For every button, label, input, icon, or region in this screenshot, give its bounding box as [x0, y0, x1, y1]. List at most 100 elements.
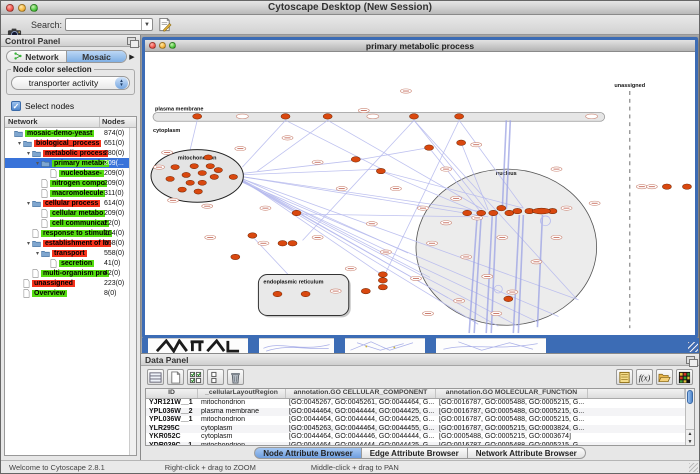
network-node[interactable] [182, 172, 190, 177]
background-window-sliver[interactable] [148, 338, 248, 353]
network-node[interactable] [455, 114, 464, 119]
tree-row[interactable]: ▾establishment of lo558(0) [5, 238, 136, 248]
network-node[interactable] [682, 184, 691, 189]
network-node[interactable] [532, 208, 550, 214]
tree-row[interactable]: cellular metabo209(0) [5, 208, 136, 218]
network-node[interactable] [206, 164, 214, 169]
network-canvas[interactable]: plasma membranecytoplasmnucleusunassigne… [145, 52, 695, 335]
table-row[interactable]: YKR052Ccytoplasm[GO:0044464, GO:0044446,… [146, 433, 685, 442]
float-data-panel-icon[interactable] [686, 356, 695, 364]
tab-network-attribute-browser[interactable]: Network Attribute Browser [468, 447, 586, 459]
network-node[interactable] [231, 254, 240, 259]
network-node[interactable] [204, 155, 212, 160]
network-node[interactable] [194, 189, 202, 194]
matrix-icon[interactable] [676, 369, 693, 385]
network-node[interactable] [288, 241, 297, 246]
network-node[interactable] [248, 233, 257, 238]
table-scrollbar[interactable]: ▲▼ [685, 389, 694, 445]
tree-scrollbar[interactable] [129, 128, 136, 455]
network-node[interactable] [351, 157, 360, 162]
tree-row[interactable]: ▾biological_process651(0) [5, 138, 136, 148]
attribute-batch-icon[interactable] [616, 369, 633, 385]
window-resize-grip[interactable] [688, 342, 698, 352]
tree-row[interactable]: ▾cellular process614(0) [5, 198, 136, 208]
expander-icon[interactable]: ▾ [34, 160, 41, 167]
tab-overflow-arrow[interactable]: ▶ [127, 53, 137, 61]
network-node[interactable] [378, 272, 387, 277]
network-node[interactable] [273, 291, 282, 296]
network-node[interactable] [425, 145, 434, 150]
float-panel-icon[interactable] [127, 37, 136, 45]
network-node[interactable] [376, 168, 385, 173]
network-node[interactable] [281, 114, 290, 119]
network-node[interactable] [166, 176, 174, 181]
tab-mosaic[interactable]: Mosaic [67, 51, 126, 62]
select-nodes-checkbox[interactable]: ✓ [11, 101, 21, 111]
network-node[interactable] [210, 174, 218, 179]
expander-icon[interactable]: ▾ [25, 240, 32, 247]
table-row[interactable]: YLR295Ccytoplasm[GO:0045263, GO:0044464,… [146, 425, 685, 434]
network-node[interactable] [463, 210, 472, 215]
tree-col-nodes[interactable]: Nodes [100, 117, 136, 127]
network-node[interactable] [178, 187, 186, 192]
network-node[interactable] [171, 165, 179, 170]
network-node[interactable] [361, 288, 370, 293]
network-node[interactable] [378, 284, 387, 289]
network-window-titlebar[interactable]: primary metabolic process [145, 40, 695, 52]
network-node[interactable] [186, 180, 194, 185]
column-header[interactable]: _cellularLayoutRegion [198, 389, 286, 398]
expander-icon[interactable]: ▾ [34, 250, 41, 257]
unselect-attributes-icon[interactable] [207, 369, 224, 385]
delete-attribute-icon[interactable] [227, 369, 244, 385]
tree-row[interactable]: macromolecule311(0) [5, 188, 136, 198]
background-window-edge[interactable] [248, 338, 259, 353]
tree-row[interactable]: ▾transport558(0) [5, 248, 136, 258]
network-node[interactable] [278, 241, 287, 246]
tree-col-network[interactable]: Network [5, 117, 100, 127]
background-window-edge[interactable] [334, 338, 345, 353]
network-node[interactable] [301, 291, 310, 296]
network-node[interactable] [457, 140, 466, 145]
import-attributes-icon[interactable] [656, 369, 673, 385]
network-node[interactable] [477, 210, 486, 215]
table-row[interactable]: YPL036W__1mitochondrion[GO:0044464, GO:0… [146, 416, 685, 425]
network-node[interactable] [378, 278, 387, 283]
table-scrollbar-thumb[interactable] [687, 390, 693, 404]
search-dropdown-arrow-icon[interactable]: ▼ [141, 19, 152, 30]
tab-network[interactable]: Network [7, 51, 67, 62]
network-node[interactable] [190, 164, 198, 169]
network-node[interactable] [292, 210, 301, 215]
background-window-sliver[interactable] [345, 338, 425, 353]
select-attributes-icon[interactable] [187, 369, 204, 385]
network-node[interactable] [198, 180, 206, 185]
tree-row[interactable]: response to stimulu264(0) [5, 228, 136, 238]
network-node[interactable] [214, 168, 222, 173]
background-window-edge[interactable] [425, 338, 436, 353]
network-node[interactable] [198, 170, 206, 175]
column-header[interactable]: annotation.GO MOLECULAR_FUNCTION [436, 389, 588, 398]
network-node[interactable] [504, 296, 513, 301]
node-color-dropdown[interactable]: transporter activity ▲▼ [11, 76, 130, 90]
tree-row[interactable]: ▾primary metabo209(... [5, 158, 136, 168]
table-row[interactable]: YJR121W__1mitochondrion[GO:0045267, GO:0… [146, 399, 685, 408]
table-mode-icon[interactable] [147, 369, 164, 385]
tree-row[interactable]: secretion41(0) [5, 258, 136, 268]
network-node[interactable] [409, 114, 418, 119]
network-node[interactable] [323, 114, 332, 119]
table-row[interactable]: YPL036W__2plasma membrane[GO:0044464, GO… [146, 408, 685, 417]
new-attribute-icon[interactable] [167, 369, 184, 385]
tree-row[interactable]: nucleobase-209(0) [5, 168, 136, 178]
network-node-small[interactable] [586, 114, 598, 119]
expander-icon[interactable]: ▾ [25, 200, 32, 207]
search-input[interactable] [66, 19, 141, 30]
network-node[interactable] [497, 205, 506, 210]
background-window-sliver[interactable] [259, 338, 334, 353]
tree-row[interactable]: mosaic-demo-yeast874(0) [5, 128, 136, 138]
expander-icon[interactable]: ▾ [16, 140, 23, 147]
tree-row[interactable]: multi-organism pro42(0) [5, 268, 136, 278]
network-node[interactable] [513, 208, 522, 213]
network-node[interactable] [229, 174, 237, 179]
formula-icon[interactable]: f(x) [636, 369, 653, 385]
tree-row[interactable]: Overview8(0) [5, 288, 136, 298]
tree-row[interactable]: nitrogen compo209(0) [5, 178, 136, 188]
